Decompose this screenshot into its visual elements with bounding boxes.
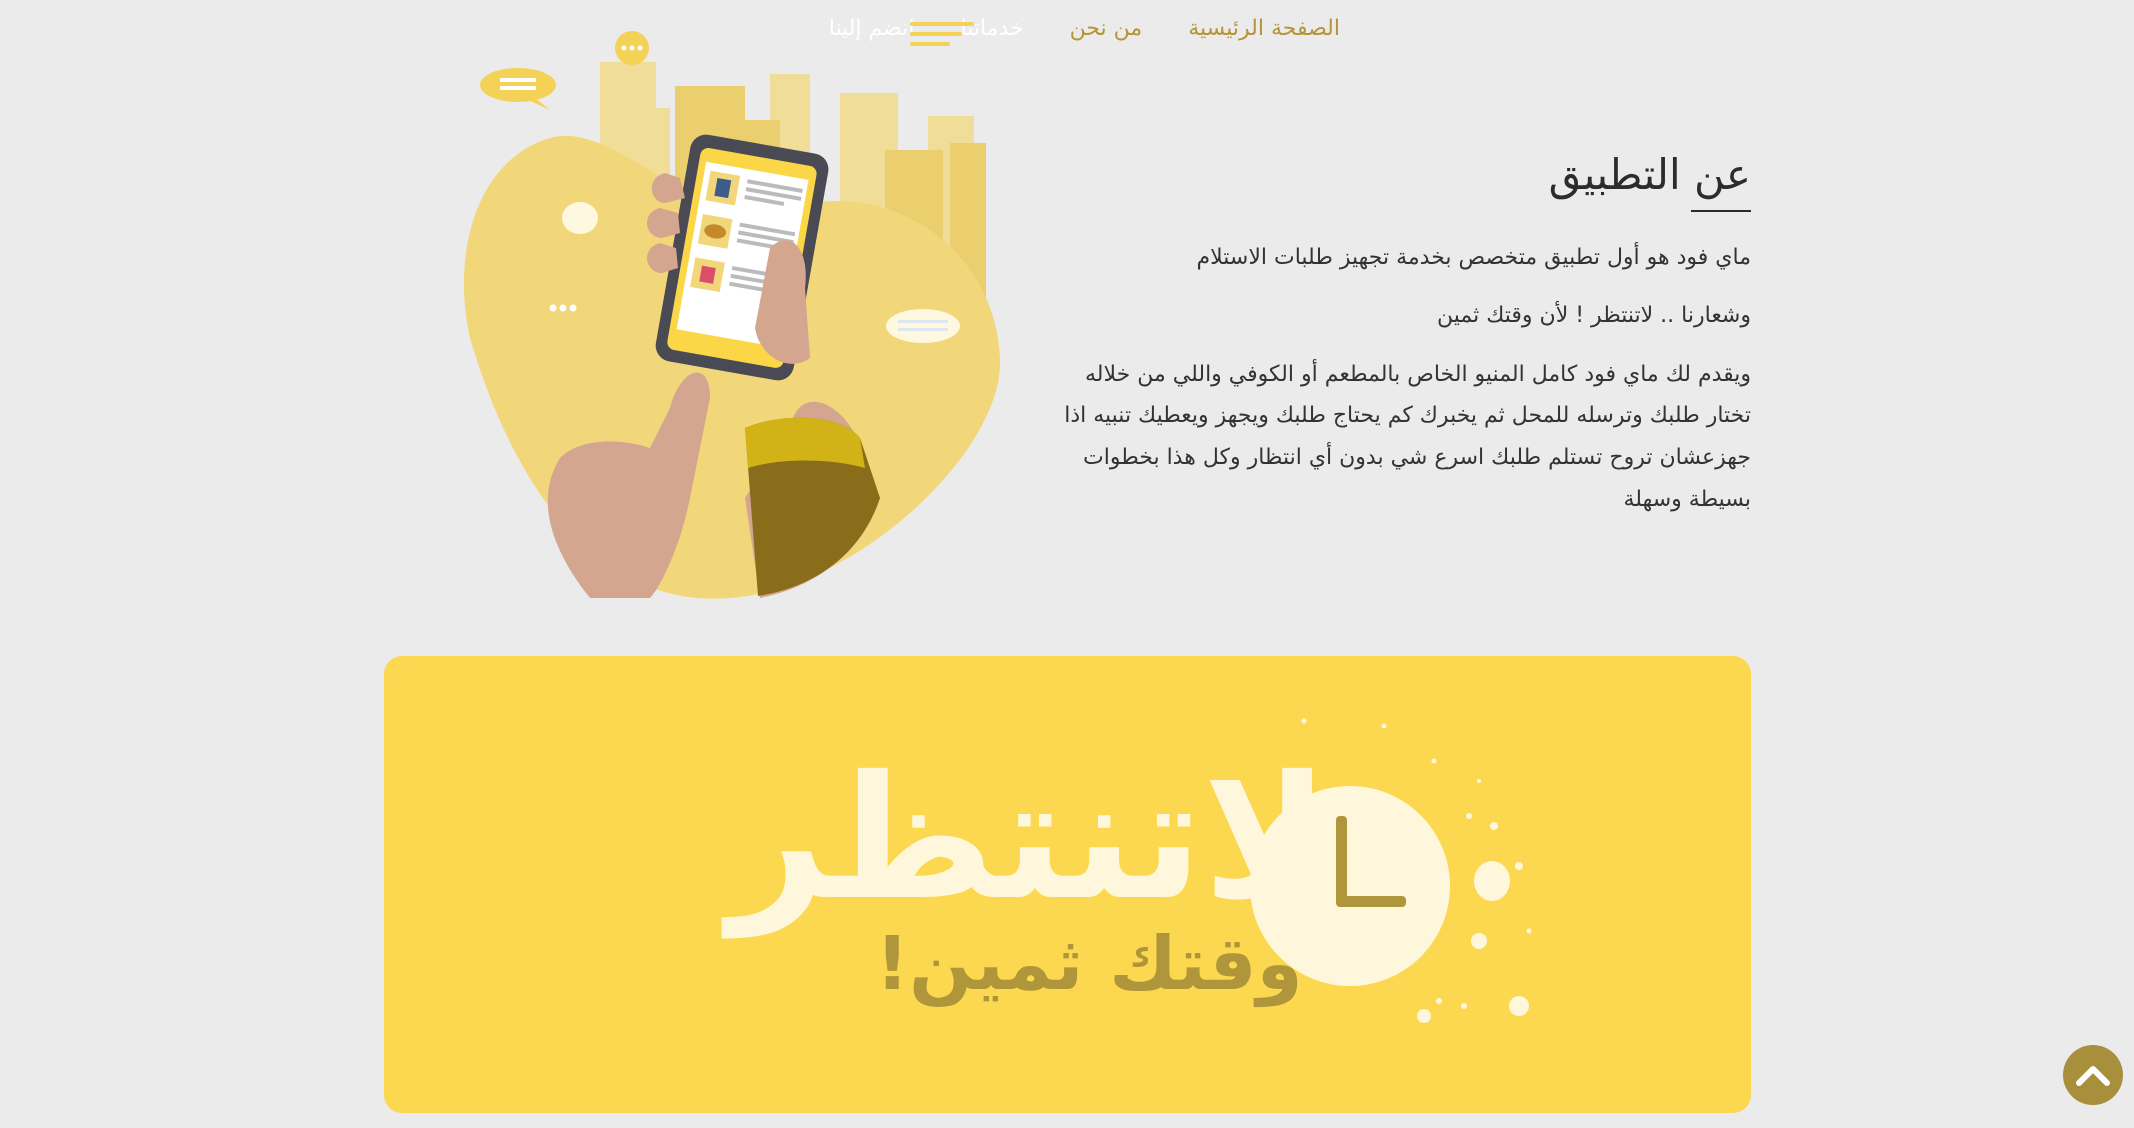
dont-wait-banner: لاتنتظر وقتك ثمين! [384, 656, 1751, 1113]
about-line-1: ماي فود هو أول تطبيق متخصص بخدمة تجهيز ط… [1196, 245, 1751, 271]
banner-title: لاتنتظر [728, 740, 1330, 938]
nav-about-link[interactable]: من نحن [1070, 16, 1143, 41]
banner-subtitle: وقتك ثمين! [875, 921, 1303, 1007]
about-line-2: وشعارنا .. لاتنتظر ! لأن وقتك ثمين [1437, 302, 1751, 328]
about-title: عن التطبيق [1548, 150, 1751, 199]
title-underline [1691, 210, 1751, 213]
about-section: عن التطبيق ماي فود هو أول تطبيق متخصص بخ… [1051, 150, 1751, 539]
nav-home-link[interactable]: الصفحة الرئيسية [1188, 16, 1340, 41]
chevron-up-icon [2076, 1066, 2110, 1086]
about-description: ويقدم لك ماي فود كامل المنيو الخاص بالمط… [1064, 361, 1751, 512]
scroll-top-button[interactable] [2063, 1045, 2123, 1105]
phone-app-illustration [463, 31, 1001, 599]
